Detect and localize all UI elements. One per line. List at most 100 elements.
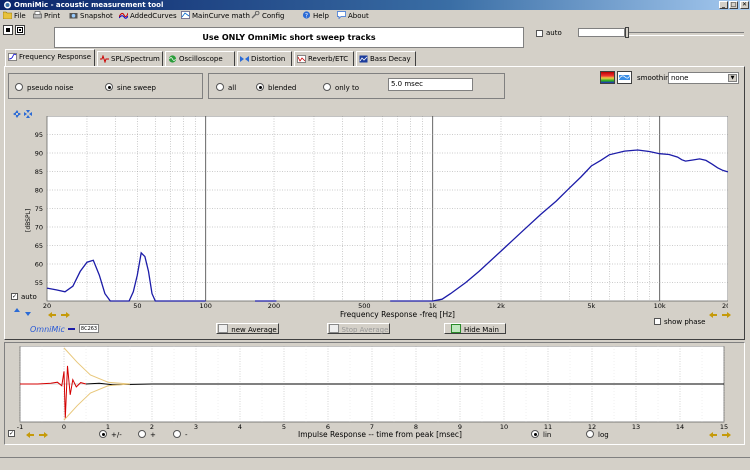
y-tick-label: 75 <box>35 205 43 213</box>
menu-about[interactable]: About <box>337 10 369 22</box>
tab-spl-spectrum[interactable]: SPL/Spectrum <box>97 51 163 66</box>
hide-main-button[interactable]: Hide Main <box>444 323 506 334</box>
show-phase-checkbox[interactable] <box>654 318 661 325</box>
tab-oscilloscope[interactable]: Oscilloscope <box>165 51 235 66</box>
impulse-left-pan-icon[interactable] <box>26 431 48 439</box>
math-icon <box>181 11 190 19</box>
vertical-scroll-arrows[interactable] <box>14 308 34 316</box>
stop-average-icon <box>328 324 339 333</box>
app-icon <box>4 1 11 9</box>
stop-button[interactable] <box>15 25 25 35</box>
instruction-banner: Use ONLY OmniMic short sweep tracks <box>54 27 524 48</box>
radio-axis-log-dot <box>586 430 594 438</box>
freq-auto-label: auto <box>21 293 37 301</box>
overlay-button[interactable] <box>617 71 632 84</box>
minimize-button[interactable]: _ <box>719 1 728 9</box>
hide-main-label: Hide Main <box>464 326 499 334</box>
window-time-input[interactable]: 5.0 msec <box>388 78 473 91</box>
menu-print-label: Print <box>44 12 61 20</box>
radio-axis-lin-label: lin <box>543 431 552 439</box>
x-tick-label: 200 <box>268 302 280 310</box>
window-mode-group: all blended only to 5.0 msec <box>208 73 505 99</box>
stop-average-label: Stop Average <box>341 326 389 334</box>
impulse-x-tick-label: 1 <box>106 423 110 430</box>
oscilloscope-icon <box>168 55 177 63</box>
y-tick-label: 60 <box>35 261 43 269</box>
x-tick-label: 500 <box>358 302 370 310</box>
bass-decay-icon <box>359 55 368 63</box>
impulse-x-tick-label: 15 <box>720 423 728 430</box>
radio-scale-plus-minus[interactable]: +/- <box>99 430 122 439</box>
chevron-down-icon: ▼ <box>728 74 737 82</box>
smoothing-value: none <box>671 74 689 82</box>
impulse-x-tick-label: 0 <box>62 423 66 430</box>
radio-blended-label: blended <box>268 84 297 92</box>
menu-print[interactable]: Print <box>33 10 60 22</box>
about-icon <box>337 11 346 19</box>
color-curve-button[interactable] <box>600 71 615 84</box>
menu-snapshot[interactable]: Snapshot <box>69 10 113 22</box>
smoothing-select[interactable]: none ▼ <box>668 72 739 84</box>
freq-left-pan-icon[interactable] <box>48 311 70 319</box>
menu-maincurve-math[interactable]: MainCurve math <box>181 10 250 22</box>
tab-bass-decay[interactable]: Bass Decay <box>356 51 416 66</box>
close-button[interactable]: ✕ <box>740 1 749 9</box>
level-slider-thumb[interactable] <box>625 27 629 38</box>
x-tick-label: 1k <box>429 302 437 310</box>
radio-pseudo-noise[interactable]: pseudo noise <box>15 83 73 92</box>
radio-scale-plus-dot <box>138 430 146 438</box>
radio-only-to-dot <box>323 83 331 91</box>
tab-frequency-response[interactable]: Frequency Response <box>5 49 95 66</box>
status-bar <box>0 457 750 470</box>
svg-text:?: ? <box>305 12 308 19</box>
radio-pseudo-noise-dot <box>15 83 23 91</box>
menu-addedcurves[interactable]: AddedCurves <box>119 10 177 22</box>
radio-sine-sweep-dot <box>105 83 113 91</box>
radio-only-to-label: only to <box>335 84 360 92</box>
level-field[interactable] <box>578 28 625 37</box>
top-auto-checkbox[interactable] <box>536 30 543 37</box>
mic-id-box[interactable]: 8C263 <box>79 324 99 333</box>
radio-pseudo-noise-label: pseudo noise <box>27 84 74 92</box>
freq-right-pan-icon[interactable] <box>709 311 731 319</box>
tab-distortion[interactable]: Distortion <box>237 51 292 66</box>
x-tick-label: 100 <box>199 302 211 310</box>
level-slider-track[interactable] <box>626 32 744 36</box>
wrench-icon <box>251 11 260 19</box>
impulse-response-chart[interactable]: -1 0 1 2 3 4 5 6 7 8 9 10 11 12 13 14 15 <box>8 346 738 430</box>
play-icon <box>6 28 10 32</box>
radio-sine-sweep[interactable]: sine sweep <box>105 83 156 92</box>
maximize-button[interactable]: □ <box>729 1 738 9</box>
run-button[interactable] <box>3 25 13 35</box>
new-average-button[interactable]: new Average <box>216 323 279 334</box>
menu-file[interactable]: File <box>3 10 26 22</box>
radio-all[interactable]: all <box>216 83 236 92</box>
radio-axis-lin[interactable]: lin <box>531 430 551 439</box>
stop-average-button[interactable]: Stop Average <box>327 323 390 334</box>
radio-all-label: all <box>228 84 237 92</box>
impulse-x-tick-label: 10 <box>500 423 508 430</box>
frequency-response-chart[interactable]: 55 60 65 70 75 80 85 90 95 20 50 100 200 500 1k 2k 5k 10k… <box>10 116 728 326</box>
y-tick-label: 70 <box>35 224 43 232</box>
x-tick-label: 20 <box>43 302 51 310</box>
overlay-curves-icon <box>618 74 631 80</box>
impulse-x-tick-label: 12 <box>588 423 596 430</box>
radio-axis-log[interactable]: log <box>586 430 609 439</box>
impulse-series-line <box>85 382 724 386</box>
freq-auto-checkbox[interactable]: ✓ <box>11 293 18 300</box>
radio-scale-minus[interactable]: - <box>173 430 188 439</box>
radio-blended[interactable]: blended <box>256 83 296 92</box>
radio-scale-plus[interactable]: + <box>138 430 156 439</box>
show-phase-label: show phase <box>664 318 706 326</box>
impulse-auto-checkbox[interactable]: ✓ <box>8 430 15 437</box>
radio-all-dot <box>216 83 224 91</box>
impulse-right-pan-icon[interactable] <box>709 431 731 439</box>
menu-config[interactable]: Config <box>251 10 284 22</box>
radio-only-to[interactable]: only to <box>323 83 359 92</box>
menu-help[interactable]: ? Help <box>302 10 329 22</box>
tab-reverb-etc[interactable]: Reverb/ETC <box>294 51 354 66</box>
y-tick-label: 95 <box>35 131 43 139</box>
radio-axis-log-label: log <box>598 431 609 439</box>
radio-scale-minus-label: - <box>185 431 188 439</box>
average-icon <box>218 324 229 333</box>
